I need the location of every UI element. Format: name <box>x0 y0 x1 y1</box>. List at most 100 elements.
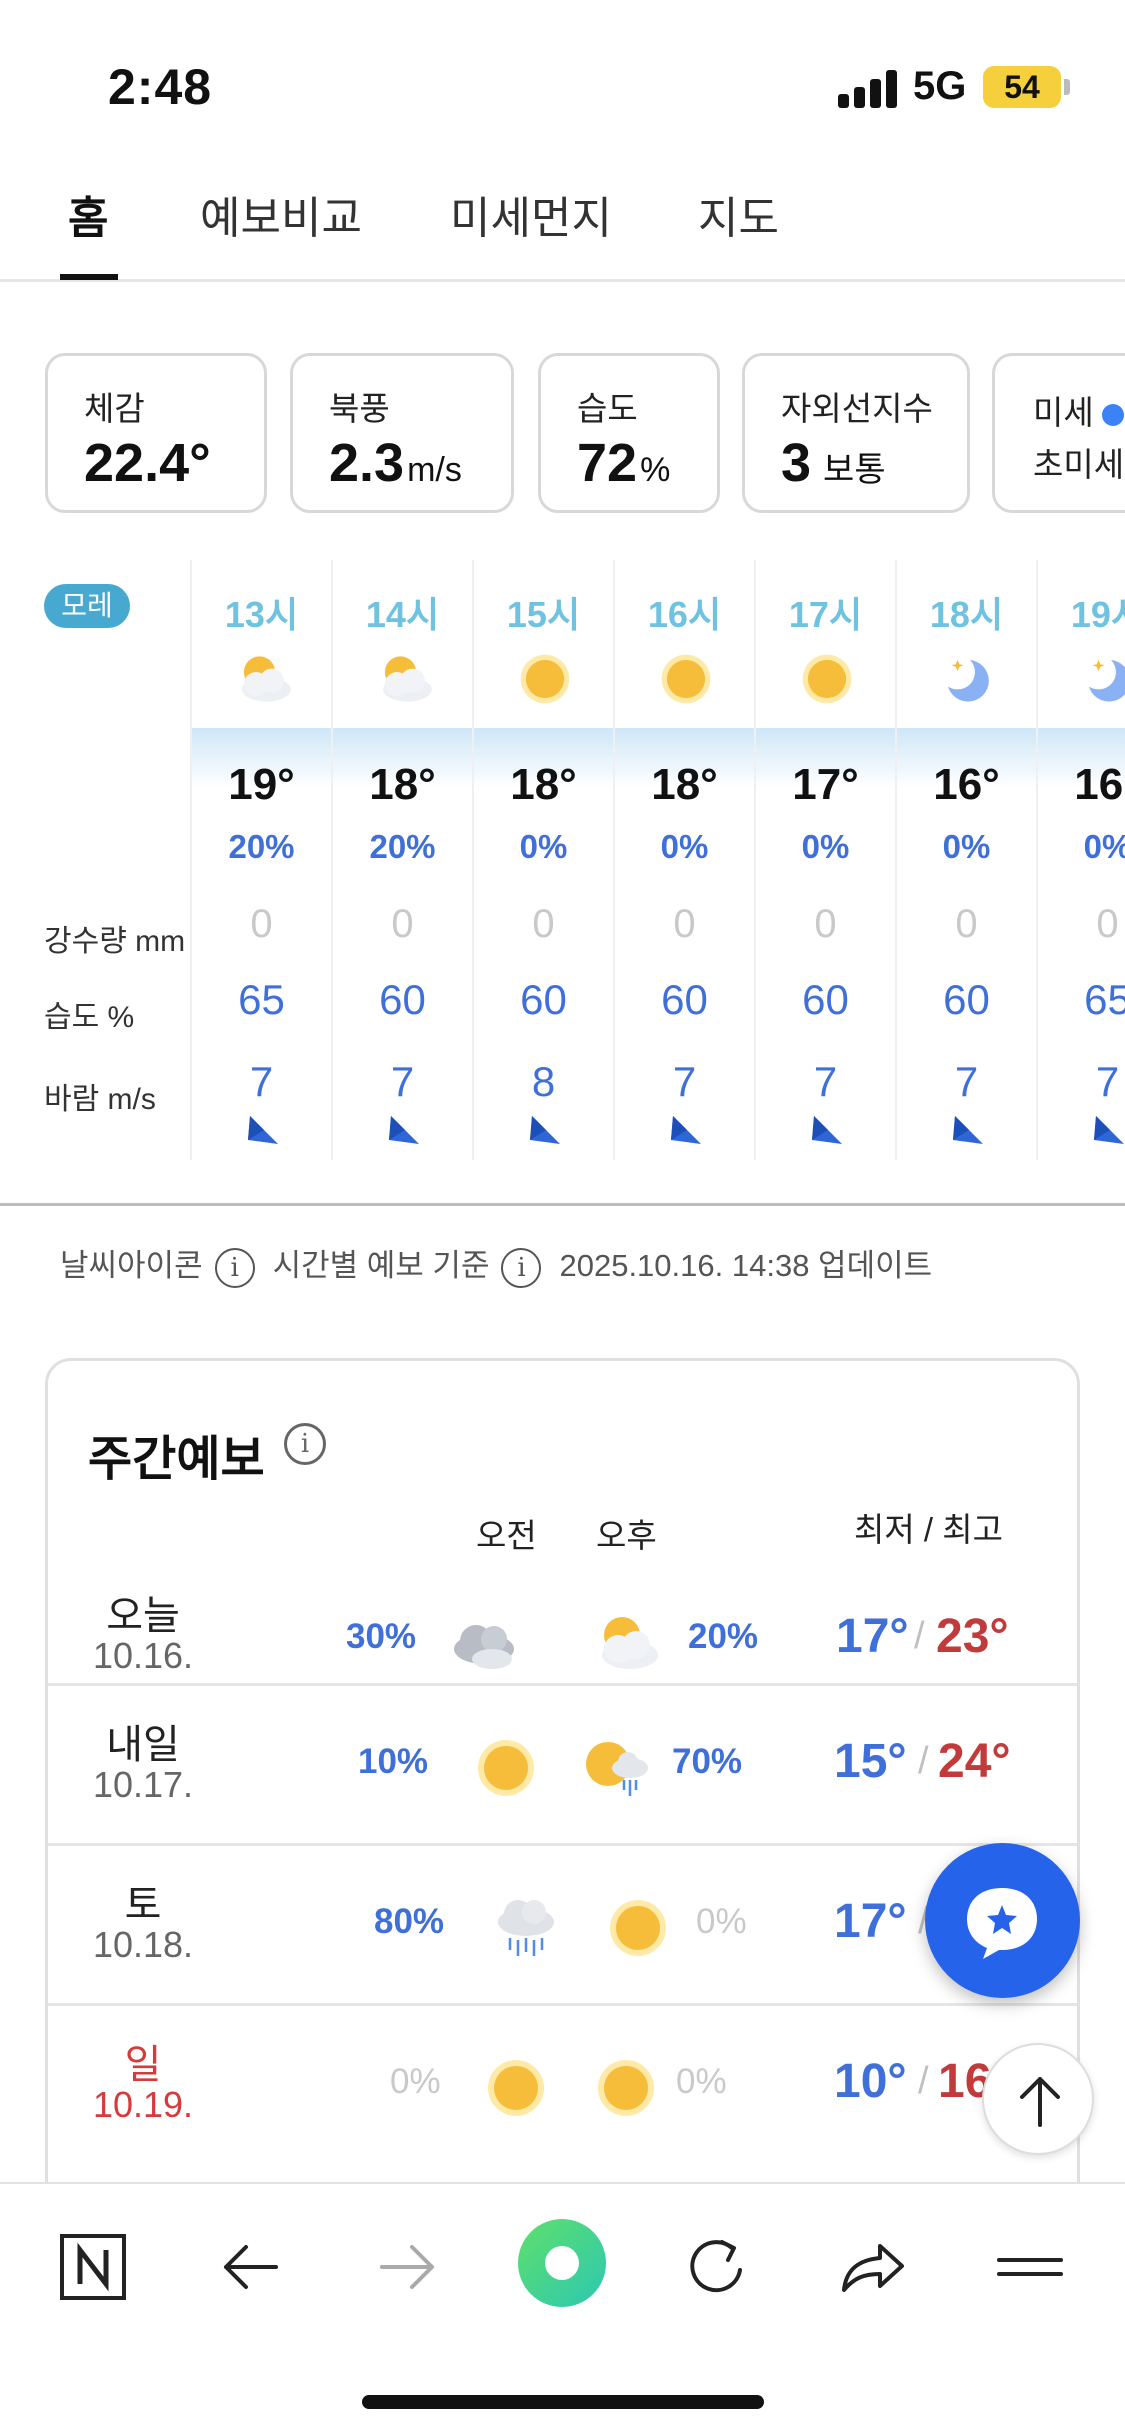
reload-button[interactable] <box>672 2222 762 2312</box>
tab-home[interactable]: 홈 <box>68 182 108 246</box>
sun-icon <box>588 2050 664 2126</box>
wind-direction-label: 북풍 <box>329 390 390 427</box>
forecast-info-line: 날씨아이콘 i 시간별 예보 기준 i 2025.10.16. 14:38 업데이트 <box>60 1240 932 1288</box>
am-precip-chance: 80% <box>374 1902 445 1941</box>
low-temperature: 15° <box>834 1735 907 1788</box>
hour-temperature: 19° <box>228 760 295 809</box>
hourly-column: 16시 18° 0% 0 60 7 <box>613 560 754 1160</box>
temp-separator: / <box>918 1740 929 1782</box>
hour-precip-chance: 0% <box>942 828 991 865</box>
info-icon[interactable]: i <box>214 1247 255 1288</box>
fine-dust-label: 미세 <box>1033 386 1124 434</box>
weekly-row[interactable]: 일 10.19. 0% 0% 10°/16° <box>48 2003 1077 2163</box>
weekday-label: 토 <box>124 1883 162 1927</box>
scroll-to-top-button[interactable] <box>982 2043 1094 2155</box>
sun-shower-icon <box>578 1730 654 1806</box>
partly-cloudy-icon <box>371 646 437 712</box>
hour-rainfall: 0 <box>1096 902 1119 946</box>
hour-wind-speed: 7 <box>249 1058 274 1105</box>
hour-wind-speed: 8 <box>531 1058 556 1105</box>
hour-wind-speed: 7 <box>813 1058 838 1105</box>
share-icon <box>842 2244 904 2292</box>
pm-precip-chance: 0% <box>696 1902 747 1941</box>
share-button[interactable] <box>828 2222 918 2312</box>
rain-row-label: 강수량 mm <box>44 925 186 958</box>
moon-icon <box>1076 646 1125 712</box>
sun-icon <box>794 646 860 712</box>
hour-rainfall: 0 <box>391 902 414 946</box>
hour-humidity: 60 <box>661 976 708 1023</box>
hour-label: 18시 <box>929 594 1004 635</box>
chatbot-button[interactable] <box>925 1843 1080 1998</box>
hourly-column: 17시 17° 0% 0 60 7 <box>754 560 895 1160</box>
tab-map[interactable]: 지도 <box>698 182 779 246</box>
weekly-title: 주간예보 <box>88 1433 265 1486</box>
hourly-column: 13시 19° 20% 0 65 7 <box>190 560 331 1160</box>
hour-humidity: 65 <box>1084 976 1125 1023</box>
dust-card[interactable]: 미세 초미세 <box>992 353 1125 513</box>
uv-card[interactable]: 자외선지수 3 보통 <box>742 353 970 513</box>
am-precip-chance: 30% <box>346 1617 417 1656</box>
wind-card[interactable]: 북풍 2.3m/s <box>290 353 514 513</box>
hour-precip-chance: 20% <box>369 828 436 865</box>
partly-cloudy-icon <box>230 646 296 712</box>
hour-rainfall: 0 <box>955 902 978 946</box>
partly-cloudy-icon <box>588 1605 664 1681</box>
hourly-column: 18시 16° 0% 0 60 7 <box>895 560 1036 1160</box>
arrow-up-icon <box>1020 2077 1060 2127</box>
uv-label: 자외선지수 <box>781 390 933 427</box>
network-type: 5G <box>913 64 967 108</box>
weekday-label: 내일 <box>106 1723 180 1767</box>
wind-row-label: 바람 m/s <box>44 1083 156 1116</box>
info-icon[interactable]: i <box>501 1247 542 1288</box>
forward-button[interactable] <box>362 2222 452 2312</box>
arrow-right-icon <box>380 2245 434 2289</box>
weekly-row[interactable]: 내일 10.17. 10% 70% 15° /24° <box>48 1683 1077 1843</box>
hour-rainfall: 0 <box>673 902 696 946</box>
low-temperature: 17° <box>834 1895 907 1948</box>
sun-icon <box>512 646 578 712</box>
clock: 2:48 <box>108 59 213 115</box>
hour-rainfall: 0 <box>250 902 273 946</box>
hour-rainfall: 0 <box>532 902 555 946</box>
tab-fine-dust[interactable]: 미세먼지 <box>450 182 612 246</box>
hourly-forecast[interactable]: 모레 강수량 mm 습도 % 바람 m/s 13시 19° 20% 0 65 7 14시 18… <box>0 560 1125 1160</box>
date-label: 10.17. <box>92 1764 194 1805</box>
hour-temperature: 18° <box>369 760 436 809</box>
high-temperature: 24° <box>938 1735 1011 1788</box>
temp-separator: / <box>914 1615 925 1657</box>
hourly-column: 19시 16° 0% 0 65 7 <box>1036 560 1125 1160</box>
hour-label: 13시 <box>224 594 299 635</box>
weekday-label: 일 <box>124 2043 162 2087</box>
naver-home-button[interactable] <box>48 2222 138 2312</box>
back-button[interactable] <box>206 2222 296 2312</box>
cloud-icon <box>446 1605 522 1681</box>
hour-temperature: 16° <box>1074 760 1125 809</box>
hour-humidity: 60 <box>802 976 849 1023</box>
rain-icon <box>488 1890 564 1966</box>
tab-forecast-compare[interactable]: 예보비교 <box>200 182 362 246</box>
hour-humidity: 60 <box>520 976 567 1023</box>
hour-temperature: 18° <box>651 760 718 809</box>
dust-status-dot <box>1101 404 1124 427</box>
low-temperature: 10° <box>834 2055 907 2108</box>
hour-precip-chance: 0% <box>801 828 850 865</box>
hour-label: 16시 <box>647 594 722 635</box>
weekly-row[interactable]: 오늘 10.16. 30% 20% 17°/ 23° <box>48 1531 1077 1691</box>
hour-humidity: 65 <box>238 976 285 1023</box>
feels-like-card[interactable]: 체감 22.4° <box>45 353 267 513</box>
sun-icon <box>478 2050 554 2126</box>
hour-label: 14시 <box>365 594 440 635</box>
wind-speed-value: 2.3m/s <box>329 433 462 493</box>
uv-value: 3 보통 <box>781 433 886 493</box>
humidity-card[interactable]: 습도 72% <box>538 353 720 513</box>
hour-humidity: 60 <box>379 976 426 1023</box>
humidity-row-label: 습도 % <box>44 1001 135 1034</box>
reload-icon <box>690 2240 742 2293</box>
hour-temperature: 18° <box>510 760 577 809</box>
info-icon[interactable]: i <box>284 1423 326 1465</box>
hour-precip-chance: 0% <box>1083 828 1125 865</box>
green-dot-button[interactable] <box>517 2218 607 2308</box>
menu-button[interactable] <box>985 2222 1075 2312</box>
update-timestamp: 2025.10.16. 14:38 업데이트 <box>559 1248 933 1283</box>
